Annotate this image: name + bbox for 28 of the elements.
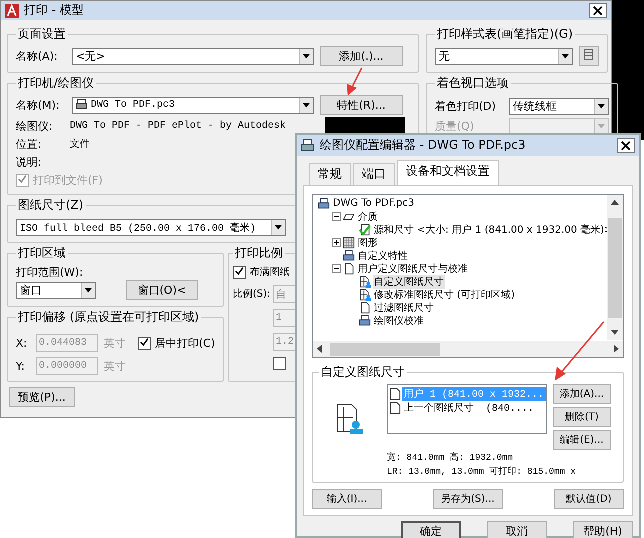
- field-label: 着色打印(D): [435, 99, 498, 114]
- window-title: 绘图仪配置编辑器 - DWG To PDF.pc3: [320, 137, 527, 154]
- field-label: Y:: [16, 360, 26, 372]
- unit-label: 英寸: [104, 358, 127, 374]
- group-title: 打印样式表(画笔指定)(G): [436, 26, 574, 43]
- info-value: 文件: [70, 138, 90, 151]
- window-title: 打印 - 模型: [24, 2, 85, 19]
- group-title: 页面设置: [17, 26, 67, 43]
- unit-label: 英寸: [104, 336, 127, 350]
- info-label: 位置:: [16, 136, 43, 152]
- info-label: 说明:: [16, 154, 43, 170]
- info-label: 绘图仪:: [16, 118, 54, 134]
- field-label: 名称(M):: [16, 98, 61, 112]
- field-label: 质量(Q): [435, 119, 476, 134]
- group-title: 自定义图纸尺寸: [320, 364, 406, 381]
- field-label: 名称(A):: [16, 48, 59, 64]
- group-title: 打印偏移 (原点设置在可打印区域): [17, 309, 200, 326]
- info-value: DWG To PDF - PDF ePlot - by Autodesk: [70, 120, 286, 132]
- group-title: 打印比例: [234, 245, 284, 262]
- group-title: 打印机/绘图仪: [17, 75, 96, 92]
- paper-info-text: 宽: 841.0mm 高: 1932.0mm: [387, 452, 514, 464]
- field-label: 比例(S):: [233, 288, 271, 301]
- group-title: 图纸尺寸(Z): [17, 197, 85, 214]
- group-title: 打印区域: [17, 245, 67, 262]
- group-title: 着色视口选项: [436, 75, 510, 92]
- paper-info-text: LR: 13.0mm, 13.0mm 可打印: 815.0mm x: [387, 466, 578, 478]
- field-label: X:: [16, 336, 28, 350]
- field-label: 打印范围(W):: [16, 265, 84, 280]
